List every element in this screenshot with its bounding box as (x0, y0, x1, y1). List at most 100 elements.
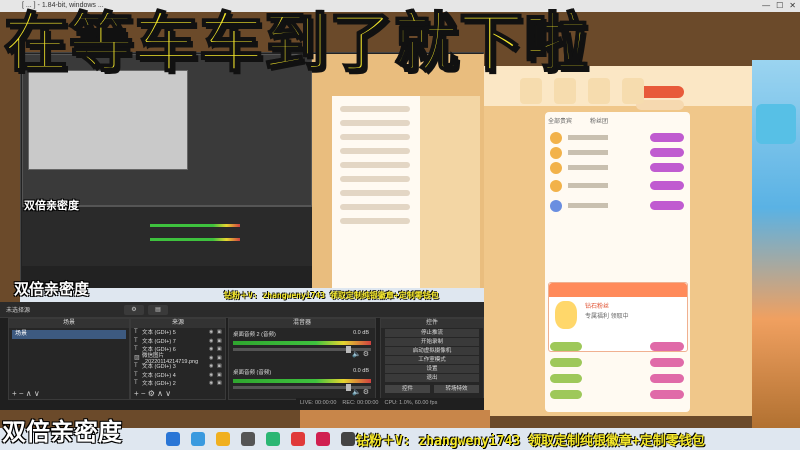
text-source-icon: T (134, 371, 138, 378)
tab-controls[interactable]: 控件 (385, 385, 430, 393)
eye-icon[interactable]: ◉ (209, 363, 217, 369)
lock-icon[interactable]: ▣ (217, 355, 225, 361)
mixer-channel: 桌面音频 2 (音频) 0.0 dB 🔈 ⚙ (229, 328, 375, 366)
start-recording-button[interactable]: 开始录制 (385, 338, 479, 346)
app-icon[interactable] (316, 432, 330, 446)
source-row[interactable]: T 文本 (GDI+) 4 ◉ ▣ (131, 371, 225, 380)
studio-mode-button[interactable]: 工作室模式 (385, 356, 479, 364)
gift-row (550, 372, 688, 384)
gift-row (550, 340, 688, 352)
scenes-footer[interactable]: + − ∧ ∨ (9, 389, 129, 399)
status-bar: LIVE: 00:00:00 REC: 00:00:00 CPU: 1.0%, … (296, 398, 484, 408)
eye-icon[interactable]: ◉ (209, 329, 217, 335)
taskbar-icons (166, 432, 355, 446)
eye-icon[interactable]: ◉ (209, 355, 217, 361)
settings-button[interactable]: 设置 (385, 365, 479, 373)
search-icon[interactable] (166, 432, 180, 446)
window-controls: — ☐ ✕ (762, 0, 796, 12)
maximize-icon[interactable]: ☐ (776, 0, 783, 12)
control-tabs: 控件 转场特效 (385, 385, 479, 393)
nav-icon[interactable] (588, 78, 610, 104)
text-source-icon: T (134, 329, 138, 336)
source-row[interactable]: T 文本 (GDI+) 2 ◉ ▣ (131, 379, 225, 388)
gear-icon[interactable]: ⚙ (363, 351, 369, 358)
source-row[interactable]: ▨ 微信图片_20220114214719.png ◉ ▣ (131, 353, 225, 365)
properties-icon[interactable]: ⚙ (124, 305, 144, 315)
app-icon[interactable] (291, 432, 305, 446)
filters-icon[interactable]: ▤ (148, 305, 168, 315)
fan-badge (650, 163, 684, 172)
source-row[interactable]: T 文本 (GDI+) 7 ◉ ▣ (131, 337, 225, 346)
avatar (550, 180, 562, 192)
avatar (550, 132, 562, 144)
lock-icon[interactable]: ▣ (217, 363, 225, 369)
folder-icon[interactable] (216, 432, 230, 446)
source-row[interactable]: T 文本 (GDI+) 5 ◉ ▣ (131, 328, 225, 337)
panel-header: 混音器 (229, 319, 375, 328)
speaker-icon[interactable]: 🔈 (352, 389, 361, 396)
volume-fader[interactable] (233, 384, 371, 391)
no-source-label: 未选择源 (6, 308, 31, 314)
fader-handle[interactable] (346, 346, 351, 353)
text-source-icon: T (134, 380, 138, 387)
cpu-status: CPU: 1.0%, 60.00 fps (384, 400, 438, 406)
sources-footer[interactable]: + − ⚙ ∧ ∨ (131, 389, 225, 399)
panel-header: 场景 (9, 319, 129, 328)
fan-row (550, 180, 688, 192)
fan-badge (650, 148, 684, 157)
sources-panel: 来源 T 文本 (GDI+) 5 ◉ ▣ T 文本 (GDI+) 7 ◉ ▣ T 文本 (GD… (130, 318, 226, 400)
eye-icon[interactable]: ◉ (209, 338, 217, 344)
virtual-camera-button[interactable]: 启动虚拟摄像机 (385, 347, 479, 355)
avatar (550, 200, 562, 212)
nav-icon[interactable] (622, 78, 644, 104)
nested-promo: 钻粉＋V: zhangwenyi743 领取定制纯银徽章+定制零钱包 (224, 291, 439, 300)
nested-side (420, 96, 480, 288)
fan-badge (650, 201, 684, 210)
fan-row (550, 162, 688, 174)
speaker-icon[interactable]: 🔈 (352, 351, 361, 358)
nested-meter (150, 238, 240, 241)
close-icon[interactable]: ✕ (789, 0, 796, 12)
lock-icon[interactable]: ▣ (217, 372, 225, 378)
eye-icon[interactable]: ◉ (209, 372, 217, 378)
page-bottom-band (300, 410, 490, 428)
lock-icon[interactable]: ▣ (217, 380, 225, 386)
stop-stream-button[interactable]: 停止推流 (385, 329, 479, 337)
avatar (550, 147, 562, 159)
eye-icon[interactable]: ◉ (209, 380, 217, 386)
edge-browser-icon[interactable] (191, 432, 205, 446)
chat-tab[interactable]: 全部贵宾 (548, 116, 572, 125)
scene-item[interactable]: 场景 (12, 330, 126, 339)
tab-transitions[interactable]: 转场特效 (434, 385, 479, 393)
panel-header: 控件 (381, 319, 483, 328)
gift-row (550, 388, 688, 400)
mascot-icon (555, 301, 577, 329)
app-icon[interactable] (266, 432, 280, 446)
chat-tab[interactable]: 粉丝团 (590, 116, 608, 125)
gift-row (550, 356, 688, 368)
channel-name: 桌面音频 (音频) (233, 370, 272, 376)
source-row[interactable]: T 文本 (GDI+) 3 ◉ ▣ (131, 362, 225, 371)
volume-meter (233, 341, 371, 345)
obs-icon[interactable] (341, 432, 355, 446)
game-logo-icon[interactable] (756, 104, 796, 144)
eye-icon[interactable]: ◉ (209, 346, 217, 352)
lock-icon[interactable]: ▣ (217, 329, 225, 335)
panel-header: 来源 (131, 319, 225, 328)
affinity-tag-bottom: 双倍亲密度 (2, 418, 122, 446)
lock-icon[interactable]: ▣ (217, 338, 225, 344)
text-source-icon: T (134, 363, 138, 370)
minimize-icon[interactable]: — (762, 0, 770, 12)
gear-icon[interactable]: ⚙ (363, 389, 369, 396)
volume-fader[interactable] (233, 346, 371, 353)
nested-obs-dock (22, 206, 312, 266)
lock-icon[interactable]: ▣ (217, 346, 225, 352)
channel-db: 0.0 dB (353, 330, 369, 336)
settings-icon[interactable] (241, 432, 255, 446)
exit-button[interactable]: 退出 (385, 374, 479, 382)
fader-handle[interactable] (346, 384, 351, 391)
live-status: LIVE: 00:00:00 (300, 400, 337, 406)
channel-name: 桌面音频 2 (音频) (233, 332, 276, 338)
volume-meter (233, 379, 371, 383)
fan-badge (650, 133, 684, 142)
